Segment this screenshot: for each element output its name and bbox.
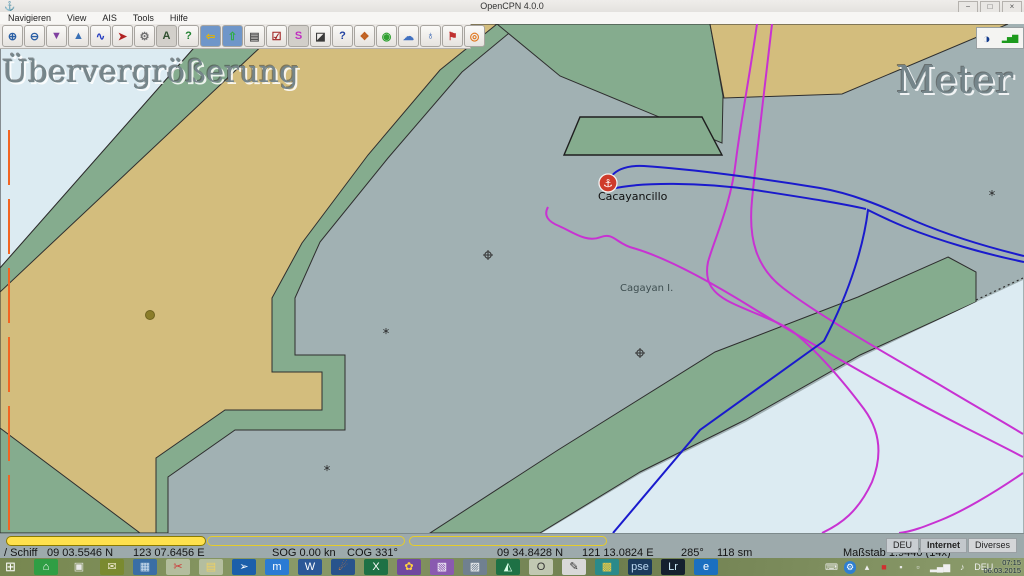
paper-chart-icon[interactable]: ⚑ bbox=[442, 25, 463, 47]
taskbar-calculator-icon[interactable]: ▦ bbox=[133, 559, 157, 575]
taskbar-gallery-icon[interactable]: ▨ bbox=[463, 559, 487, 575]
taskbar-draw-icon[interactable]: ✎ bbox=[562, 559, 586, 575]
window-title: OpenCPN 4.0.0 bbox=[0, 1, 1024, 11]
menu-item[interactable]: Hilfe bbox=[162, 13, 196, 23]
main-toolbar: ⊕ ⊖ ▼ ▲ ∿ ➤ ⚙ A ? ⇦ ⇧ ▤ ☑ S ◪ ? bbox=[0, 24, 471, 49]
taskbar-clock[interactable]: 07:15 06.03.2015 bbox=[983, 559, 1021, 575]
svg-text:*: * bbox=[383, 327, 390, 342]
zoom-in-icon[interactable]: ⊕ bbox=[2, 25, 23, 47]
help-icon[interactable]: ? bbox=[332, 25, 353, 47]
print-icon[interactable]: ▤ bbox=[244, 25, 265, 47]
taskbar-photo-icon[interactable]: ▧ bbox=[430, 559, 454, 575]
zoom-out-icon[interactable]: ⊖ bbox=[24, 25, 45, 47]
taskbar-icons: ⌂ ▣ ✉ ▦ ✂ ▤ ➢ m W ☄ X ✿ bbox=[34, 559, 718, 575]
taskbar-thunderbird-icon[interactable]: ➢ bbox=[232, 559, 256, 575]
taskbar-openoffice-icon[interactable]: O bbox=[529, 559, 553, 575]
deskband-label[interactable]: Diverses bbox=[968, 538, 1017, 553]
island-label: Cagayan I. bbox=[620, 283, 673, 294]
chartbar-active-chart[interactable] bbox=[6, 536, 206, 546]
taskbar-lightroom-icon[interactable]: Lr bbox=[661, 559, 685, 575]
menu-item[interactable]: Tools bbox=[125, 13, 162, 23]
green-trapezoid-islet bbox=[564, 117, 722, 155]
taskbar-pc-icon[interactable]: ▣ bbox=[67, 559, 91, 575]
taskbar-writer-icon[interactable]: W bbox=[298, 559, 322, 575]
chart-left-icon[interactable]: ⇦ bbox=[200, 25, 221, 47]
opencpn-window: * * * ⚓ Cacayancillo Cagayan I. Überverg… bbox=[0, 0, 1024, 576]
windows-taskbar: ⊞ ⌂ ▣ ✉ ▦ ✂ ▤ ➢ m W ☄ X bbox=[0, 558, 1024, 576]
taskbar-mail-icon[interactable]: ✉ bbox=[100, 559, 124, 575]
scale-up-icon[interactable]: ▲ bbox=[68, 25, 89, 47]
taskbar-photoshop-elements-icon[interactable]: pse bbox=[628, 559, 652, 575]
taskbar-maxthon-icon[interactable]: m bbox=[265, 559, 289, 575]
grib-icon[interactable]: ◉ bbox=[376, 25, 397, 47]
chart-plugin-icon[interactable]: ❖ bbox=[354, 25, 375, 47]
clock-date: 06.03.2015 bbox=[983, 567, 1021, 575]
taskbar-explorer-icon[interactable]: ▤ bbox=[199, 559, 223, 575]
gps-signal-icon: ▂▅▇ bbox=[1002, 34, 1017, 43]
weatherfax-icon[interactable]: ☁ bbox=[398, 25, 419, 47]
taskbar-opencpn-icon[interactable]: ◭ bbox=[496, 559, 520, 575]
tray-expand-icon[interactable]: ▴ bbox=[861, 561, 873, 574]
taskbar-excel-icon[interactable]: X bbox=[364, 559, 388, 575]
create-route-icon[interactable]: ∿ bbox=[90, 25, 111, 47]
svg-text:*: * bbox=[324, 464, 331, 479]
svg-text:*: * bbox=[989, 189, 996, 204]
settings-icon[interactable]: ⚙ bbox=[134, 25, 155, 47]
tray-display-icon[interactable]: ▫ bbox=[912, 561, 924, 574]
follow-ship-icon[interactable]: ➤ bbox=[112, 25, 133, 47]
tray-red-app-icon[interactable]: ■ bbox=[878, 561, 890, 574]
start-button[interactable]: ⊞ bbox=[5, 560, 16, 574]
menu-item[interactable]: Navigieren bbox=[0, 13, 59, 23]
track-icon[interactable]: S bbox=[288, 25, 309, 47]
google-earth-icon[interactable]: ♁ bbox=[420, 25, 441, 47]
menu-item[interactable]: AIS bbox=[94, 13, 125, 23]
chart-info-icon[interactable]: ◪ bbox=[310, 25, 331, 47]
taskbar-media-icon[interactable]: ✿ bbox=[397, 559, 421, 575]
chartbar-chart[interactable] bbox=[409, 536, 607, 546]
route-manager-icon[interactable]: ☑ bbox=[266, 25, 287, 47]
current-info-icon[interactable]: ? bbox=[178, 25, 199, 47]
svg-text:⚓: ⚓ bbox=[603, 177, 613, 190]
tray-app-icon[interactable]: ▪ bbox=[895, 561, 907, 574]
chart-canvas[interactable]: * * * ⚓ Cacayancillo Cagayan I. bbox=[0, 24, 1024, 533]
status-bar: / Schiff 09 03.5546 N 123 07.6456 E SOG … bbox=[0, 533, 1024, 559]
network-icon[interactable]: ▂▄▆ bbox=[929, 561, 951, 574]
taskbar-store-icon[interactable]: ⌂ bbox=[34, 559, 58, 575]
depth-unit-label: Meter bbox=[896, 58, 1013, 102]
overzoom-warning-label: Übervergrößerung bbox=[2, 54, 299, 90]
taskbar-firefox-icon[interactable]: ☄ bbox=[331, 559, 355, 575]
anchorage-label: Cacayancillo bbox=[598, 190, 668, 203]
compass-rose-icon: ◑ bbox=[983, 31, 991, 46]
taskbar-deskbands: DEUInternetDiverses bbox=[886, 538, 1017, 553]
volume-icon[interactable]: ♪ bbox=[956, 561, 968, 574]
islet-dot bbox=[146, 311, 155, 320]
deskband-label[interactable]: Internet bbox=[920, 538, 967, 553]
menu-item[interactable]: View bbox=[59, 13, 94, 23]
chartbar-chart[interactable] bbox=[207, 536, 405, 546]
support-icon[interactable]: ⚙ bbox=[844, 561, 856, 574]
chart-up-icon[interactable]: ⇧ bbox=[222, 25, 243, 47]
enc-text-icon[interactable]: A bbox=[156, 25, 177, 47]
keyboard-icon[interactable]: ⌨ bbox=[824, 561, 839, 574]
taskbar-snipping-tool-icon[interactable]: ✂ bbox=[166, 559, 190, 575]
life-ring-icon[interactable]: ◎ bbox=[464, 25, 485, 47]
taskbar-emclient-icon[interactable]: e bbox=[694, 559, 718, 575]
taskbar-map-icon[interactable]: ▩ bbox=[595, 559, 619, 575]
deskband-label[interactable]: DEU bbox=[886, 538, 919, 553]
compass-panel[interactable]: ◑ ▂▅▇ bbox=[976, 27, 1024, 49]
system-tray: ⌨ ⚙ ▴ ■ ▪ ▫ ▂▄▆ ♪ DEU bbox=[824, 559, 994, 575]
scale-down-icon[interactable]: ▼ bbox=[46, 25, 67, 47]
